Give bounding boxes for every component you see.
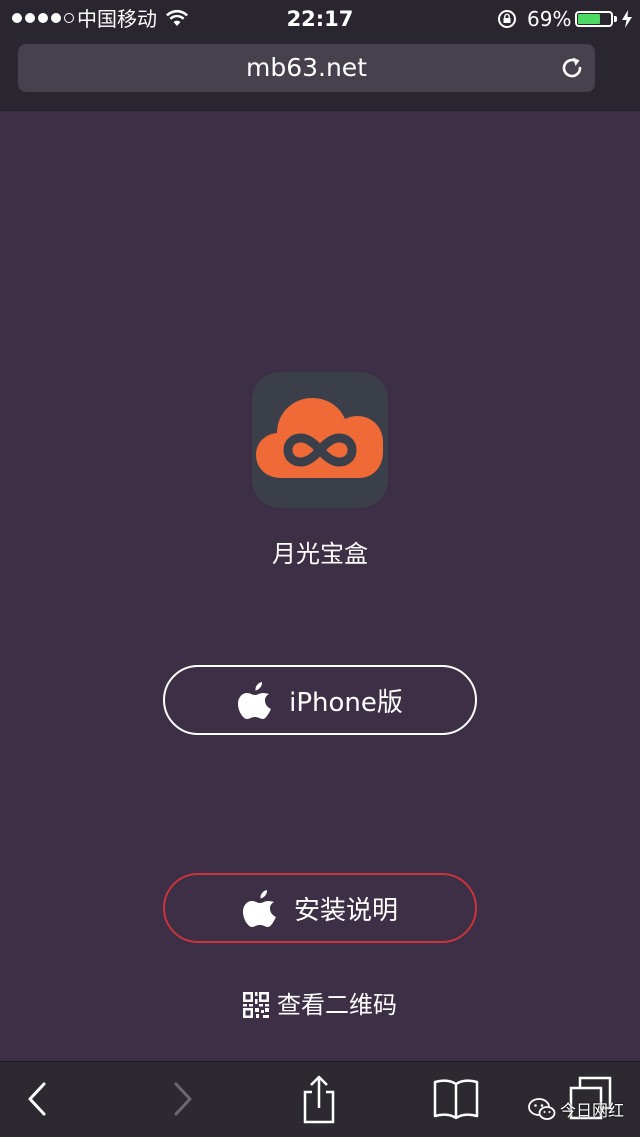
rotation-lock-icon (498, 10, 516, 28)
url-text[interactable]: mb63.net (18, 44, 595, 92)
iphone-install-button[interactable]: iPhone版 (163, 665, 477, 735)
status-bar: 中国移动 22:17 69% (0, 0, 640, 38)
app-name: 月光宝盒 (272, 540, 368, 568)
app-icon (252, 372, 388, 508)
bookmarks-icon[interactable] (431, 1074, 481, 1124)
apple-icon (242, 890, 276, 927)
qr-code-icon (243, 992, 269, 1018)
watermark: 今日网红 (528, 1097, 624, 1121)
iphone-button-label: iPhone版 (289, 687, 403, 718)
watermark-text: 今日网红 (560, 1101, 625, 1120)
reload-icon[interactable] (559, 55, 585, 81)
forward-arrow-icon[interactable] (156, 1074, 206, 1124)
back-arrow-icon[interactable] (14, 1074, 64, 1124)
address-bar[interactable]: mb63.net (18, 44, 595, 92)
safari-screen: 中国移动 22:17 69% mb63.net 月光宝盒 iPhone版 安装说… (0, 0, 640, 1137)
battery-level-fill (578, 14, 600, 24)
cloud-infinity-icon (256, 398, 383, 478)
browser-top-chrome: 中国移动 22:17 69% mb63.net (0, 0, 640, 110)
wechat-icon (528, 1098, 556, 1120)
charging-bolt-icon (622, 10, 632, 28)
battery-icon (575, 11, 613, 27)
guide-button-label: 安装说明 (293, 895, 398, 926)
qr-link-label: 查看二维码 (277, 991, 397, 1019)
battery-percent: 69% (527, 7, 572, 31)
install-guide-button[interactable]: 安装说明 (163, 873, 477, 943)
view-qr-code-link[interactable]: 查看二维码 (0, 988, 640, 1022)
battery-nub (614, 16, 617, 22)
share-icon[interactable] (294, 1074, 344, 1124)
apple-icon (238, 682, 272, 719)
